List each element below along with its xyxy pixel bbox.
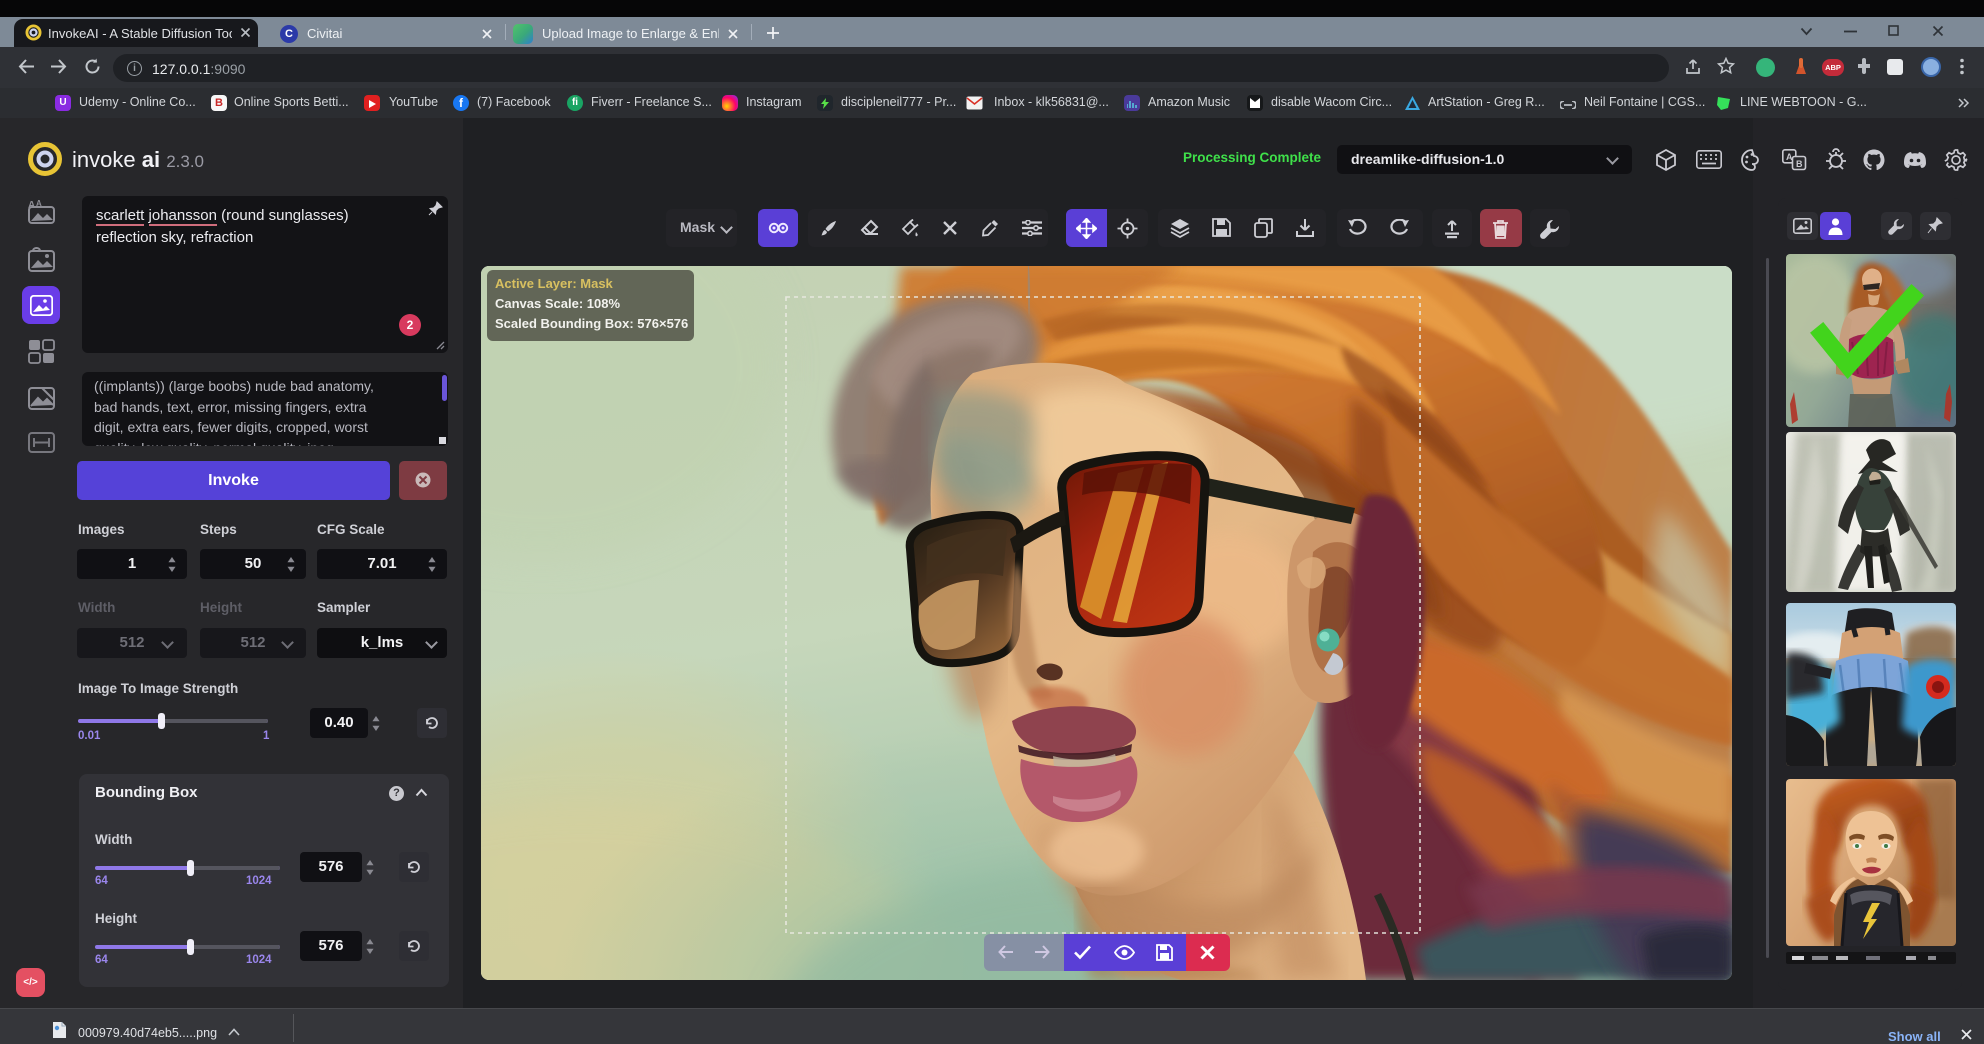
svg-text:B: B bbox=[1796, 159, 1803, 169]
svg-text:A: A bbox=[1786, 152, 1793, 162]
